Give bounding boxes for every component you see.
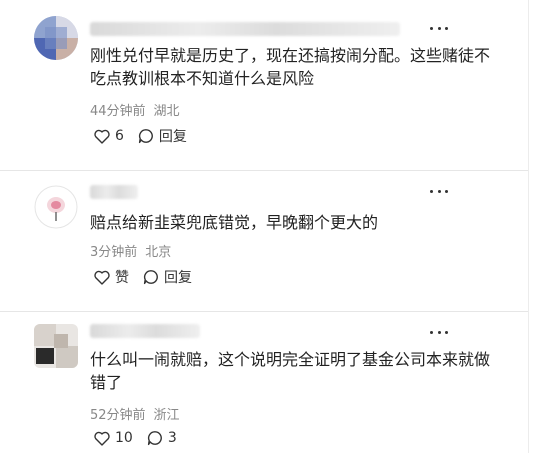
like-count: 6	[115, 128, 124, 144]
speech-bubble-icon	[147, 431, 162, 446]
comment-location: 湖北	[153, 104, 180, 119]
comment-text: 什么叫一闹就赔，这个说明完全证明了基金公司本来就做错了	[90, 350, 491, 392]
reply-label: 回复	[158, 129, 187, 145]
username-blurred[interactable]	[90, 185, 138, 199]
avatar[interactable]	[34, 185, 78, 229]
comment-item: 刚性兑付早就是历史了，现在还搞按闹分配。这些赌徒不吃点教训根本不知道什么是风险 …	[0, 0, 528, 168]
heart-outline-icon	[94, 270, 110, 285]
comment-meta: 52分钟前 浙江	[90, 404, 180, 423]
heart-outline-icon	[94, 431, 110, 446]
comment-actions: 10 3	[94, 430, 191, 446]
like-count: 10	[115, 430, 133, 446]
more-dots-icon[interactable]	[430, 188, 448, 194]
reply-button[interactable]: 回复	[138, 126, 187, 146]
like-button[interactable]: 10	[94, 430, 133, 446]
username-blurred[interactable]	[90, 22, 400, 36]
comment-time: 52分钟前	[90, 408, 146, 423]
reply-label: 回复	[164, 270, 192, 286]
comment-text: 刚性兑付早就是历史了，现在还搞按闹分配。这些赌徒不吃点教训根本不知道什么是风险	[90, 46, 491, 88]
like-button[interactable]: 6	[94, 128, 124, 144]
reply-count: 3	[167, 430, 177, 446]
right-scroll-edge	[528, 0, 550, 453]
comment-actions: 赞 回复	[94, 267, 206, 287]
comment-location: 北京	[145, 245, 172, 260]
comment-time: 3分钟前	[90, 245, 138, 260]
like-button[interactable]: 赞	[94, 267, 129, 287]
like-label: 赞	[115, 270, 129, 286]
speech-bubble-icon	[143, 270, 158, 285]
heart-outline-icon	[94, 129, 110, 144]
comment-item: 什么叫一闹就赔，这个说明完全证明了基金公司本来就做错了 52分钟前 浙江 10 3	[0, 312, 528, 453]
comment-text: 赔点给新韭菜兜底错觉，早晚翻个更大的	[90, 213, 379, 232]
comment-item: 赔点给新韭菜兜底错觉，早晚翻个更大的 3分钟前 北京 赞 回复	[0, 171, 528, 311]
comment-actions: 6 回复	[94, 126, 201, 146]
reply-button[interactable]: 回复	[143, 267, 192, 287]
avatar[interactable]	[34, 16, 78, 60]
comment-location: 浙江	[153, 408, 180, 423]
username-blurred[interactable]	[90, 324, 200, 338]
comment-meta: 44分钟前 湖北	[90, 100, 180, 119]
speech-bubble-icon	[138, 129, 153, 144]
comment-meta: 3分钟前 北京	[90, 241, 171, 260]
avatar[interactable]	[34, 324, 78, 368]
reply-button[interactable]: 3	[147, 430, 177, 446]
more-dots-icon[interactable]	[430, 329, 448, 335]
more-dots-icon[interactable]	[430, 25, 448, 31]
comment-time: 44分钟前	[90, 104, 146, 119]
